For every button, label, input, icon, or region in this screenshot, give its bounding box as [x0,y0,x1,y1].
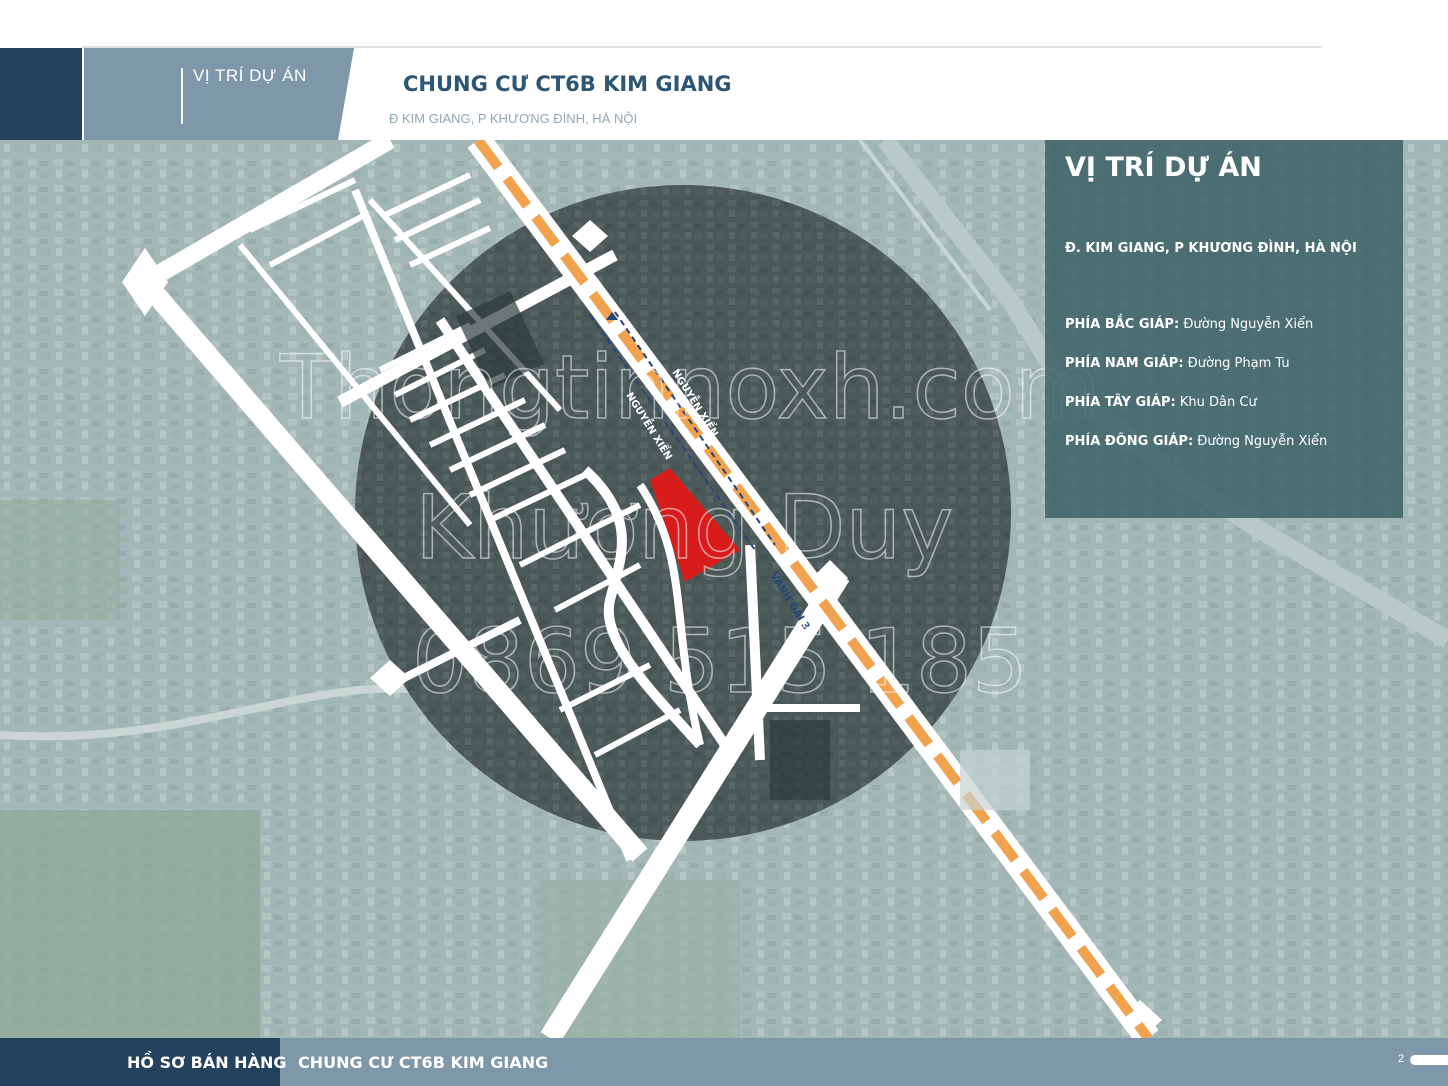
header-dark-block [0,48,82,140]
page-subtitle-address: Đ KIM GIANG, P KHƯƠNG ĐÌNH, HÀ NỘI [389,111,638,126]
watermark-line-1: Thongtinnoxh.com [279,336,1100,439]
border-west-value: Khu Dân Cư [1179,395,1257,410]
section-label: VỊ TRÍ DỰ ÁN [193,66,307,85]
watermark-line-3: 0869 515 185 [412,610,1028,713]
border-west: PHÍA TÂY GIÁP: Khu Dân Cư [1065,395,1257,410]
field-area [0,500,120,620]
info-panel-title: VỊ TRÍ DỰ ÁN [1065,152,1262,183]
watermark-line-2: Khương Duy [415,476,953,579]
border-south-value: Đường Phạm Tu [1187,356,1290,371]
page-indicator [1410,1055,1448,1065]
border-north-value: Đường Nguyễn Xiển [1183,317,1314,332]
border-south-label: PHÍA NAM GIÁP: [1065,356,1184,371]
border-south: PHÍA NAM GIÁP: Đường Phạm Tu [1065,356,1290,371]
border-east: PHÍA ĐÔNG GIÁP: Đường Nguyễn Xiển [1065,434,1327,449]
section-divider [181,68,183,124]
header-section-block [84,48,384,140]
field-area [0,810,260,1038]
border-east-label: PHÍA ĐÔNG GIÁP: [1065,434,1194,449]
page-number: 2 [1398,1053,1405,1065]
border-north: PHÍA BẮC GIÁP: Đường Nguyễn Xiển [1065,317,1313,332]
footer-label-project: CHUNG CƯ CT6B KIM GIANG [298,1053,549,1072]
border-east-value: Đường Nguyễn Xiển [1197,434,1328,449]
border-north-label: PHÍA BẮC GIÁP: [1065,317,1180,332]
info-panel-address: Đ. KIM GIANG, P KHƯƠNG ĐÌNH, HÀ NỘI [1065,241,1357,256]
page-title: CHUNG CƯ CT6B KIM GIANG [403,72,732,96]
border-west-label: PHÍA TÂY GIÁP: [1065,395,1176,410]
project-info-panel: VỊ TRÍ DỰ ÁN Đ. KIM GIANG, P KHƯƠNG ĐÌNH… [1045,140,1403,518]
footer-label-sales-kit: HỒ SƠ BÁN HÀNG [127,1053,287,1072]
